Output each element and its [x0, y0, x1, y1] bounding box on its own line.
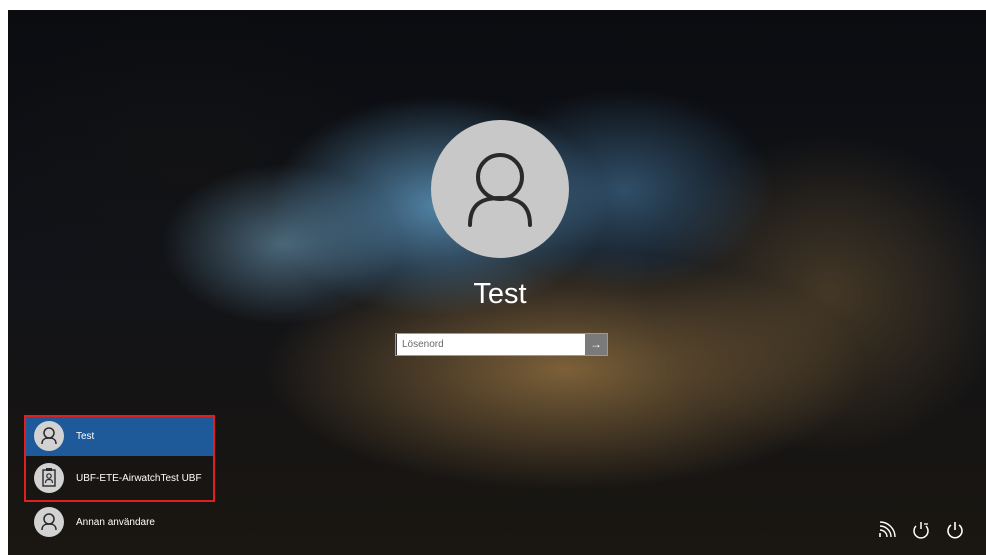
user-item-label: Annan användare [76, 516, 155, 528]
badge-person-icon [34, 463, 64, 493]
user-avatar [431, 120, 569, 258]
submit-button[interactable]: → [585, 334, 607, 355]
person-icon [34, 507, 64, 537]
network-icon[interactable] [876, 519, 898, 541]
arrow-right-icon: → [590, 337, 602, 351]
password-field[interactable]: → [395, 333, 608, 356]
user-name-title: Test [473, 278, 527, 310]
person-icon [468, 153, 532, 227]
person-icon [34, 421, 64, 451]
password-input[interactable] [396, 334, 590, 355]
user-item-label: Test [76, 430, 95, 442]
user-switcher-list: Test UBF-ETE-AirwatchTest UBF Annan anvä… [24, 416, 214, 544]
system-tray [876, 519, 966, 541]
user-item-test[interactable]: Test [24, 416, 214, 456]
power-icon[interactable] [944, 519, 966, 541]
user-item-airwatch[interactable]: UBF-ETE-AirwatchTest UBF [24, 458, 214, 498]
ease-of-access-icon[interactable] [910, 519, 932, 541]
user-item-label: UBF-ETE-AirwatchTest UBF [76, 472, 202, 484]
user-item-other-user[interactable]: Annan användare [24, 502, 214, 542]
lock-screen: Test → Test UBF-ETE-AirwatchTest UBF Ann… [8, 10, 986, 555]
